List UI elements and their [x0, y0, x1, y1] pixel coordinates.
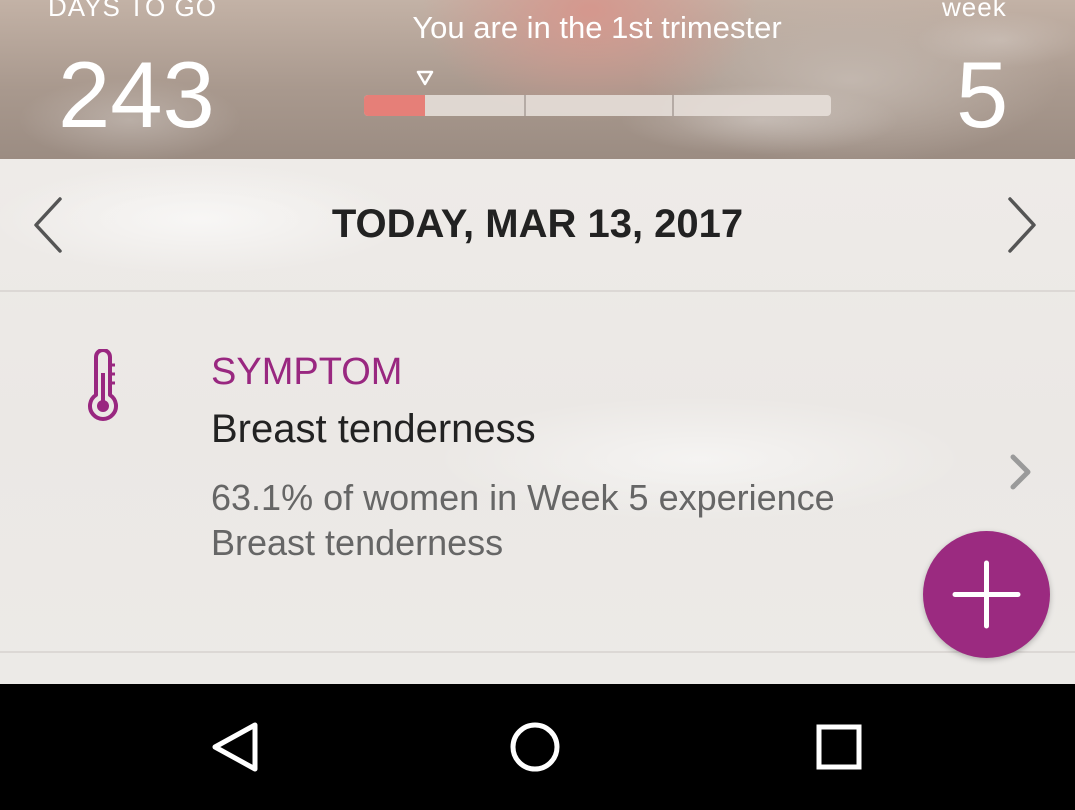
date-navigator: TODAY, MAR 13, 2017 [0, 159, 1075, 291]
recents-square-icon[interactable] [809, 717, 869, 777]
week-label: week [942, 0, 1007, 22]
back-triangle-icon[interactable] [205, 717, 265, 777]
symptom-description: 63.1% of women in Week 5 experience Brea… [211, 477, 835, 563]
days-to-go-value: 243 [58, 42, 215, 147]
trimester-marker-icon [416, 70, 434, 86]
divider [0, 290, 1075, 292]
week-value: 5 [956, 42, 1009, 147]
system-navigation-bar [0, 684, 1075, 810]
chevron-right-icon[interactable] [1008, 453, 1034, 491]
progress-divider [524, 95, 526, 116]
thermometer-icon [88, 349, 118, 421]
main-content: TODAY, MAR 13, 2017 SYMPTOM Breast tende… [0, 159, 1075, 684]
symptom-card[interactable]: SYMPTOM Breast tenderness 63.1% of women… [0, 293, 1075, 653]
pregnancy-header: DAYS TO GO 243 You are in the 1st trimes… [0, 0, 1075, 159]
divider [0, 651, 1075, 653]
progress-divider [672, 95, 674, 116]
plus-icon [952, 560, 1021, 629]
chevron-right-icon[interactable] [1002, 195, 1042, 255]
trimester-progress-fill [364, 95, 425, 116]
days-to-go-label: DAYS TO GO [48, 0, 217, 22]
add-button[interactable] [923, 531, 1050, 658]
symptom-name: Breast tenderness [211, 407, 536, 451]
symptom-category: SYMPTOM [211, 351, 403, 393]
trimester-text: You are in the 1st trimester [412, 10, 782, 45]
home-circle-icon[interactable] [505, 717, 565, 777]
trimester-progress-bar [364, 95, 831, 116]
current-date: TODAY, MAR 13, 2017 [331, 202, 744, 246]
